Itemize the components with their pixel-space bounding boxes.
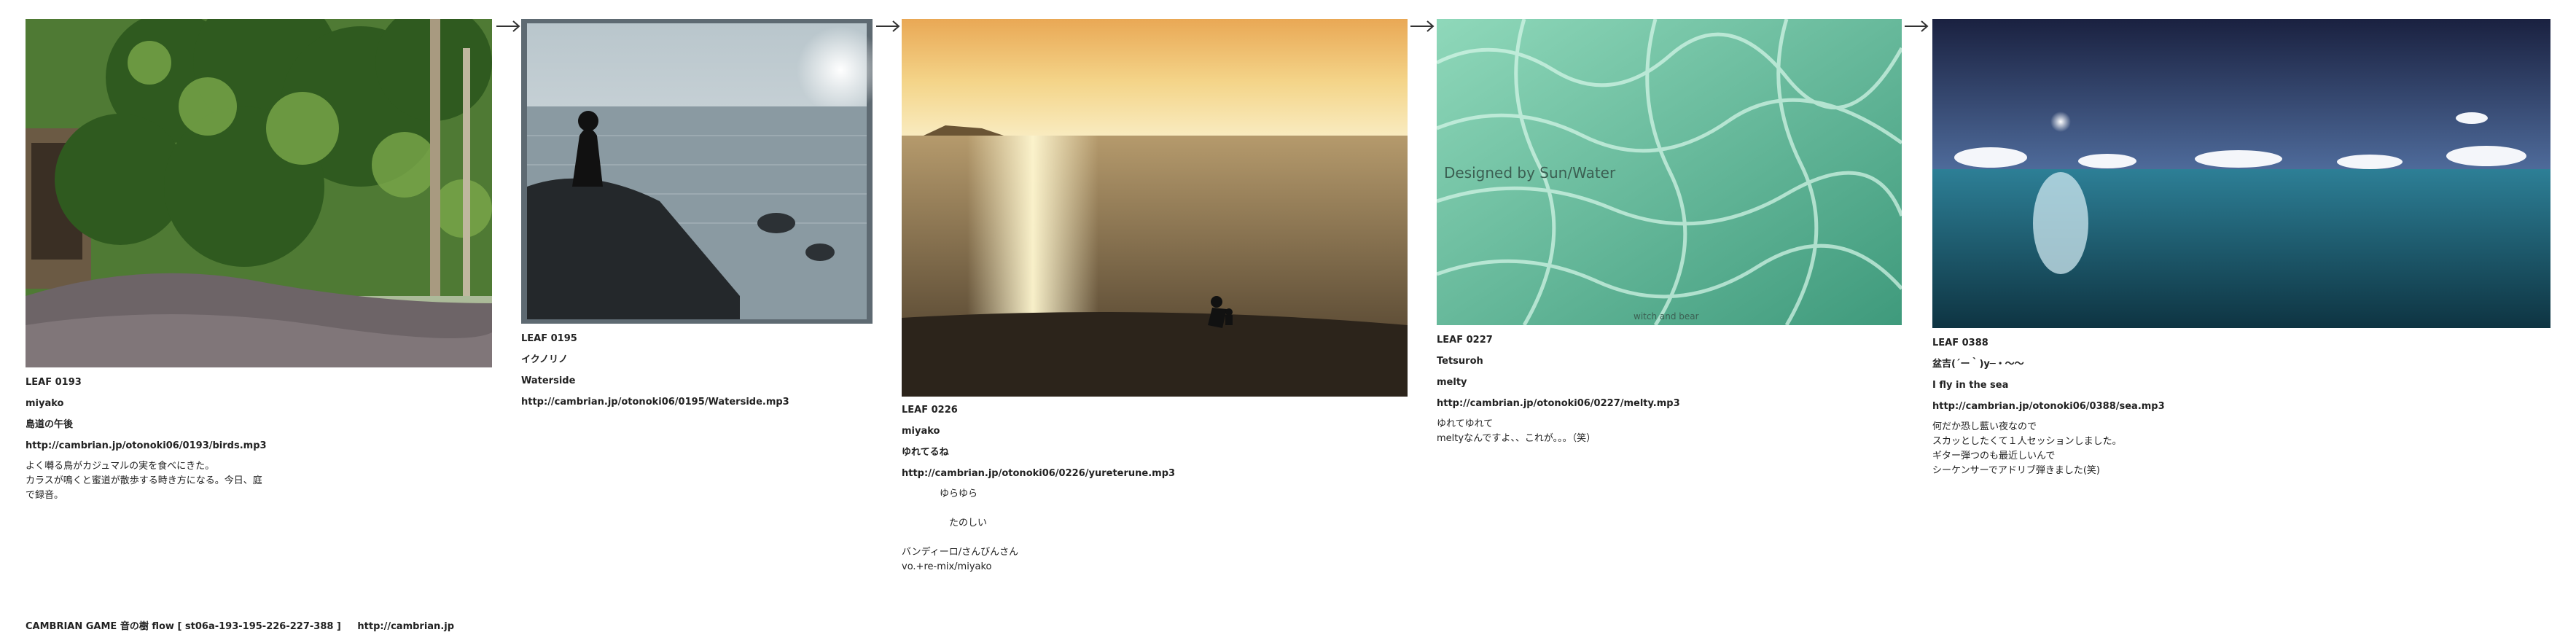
arrow-icon: [876, 20, 900, 32]
leaf-0388-info: LEAF 0388 盆吉(´ー｀)y─・～～ I fly in the sea …: [1932, 332, 2165, 478]
artist-name: イクノリノ: [521, 354, 568, 365]
track-title: ゆれてるね: [902, 447, 949, 458]
site-link[interactable]: http://cambrian.jp: [357, 621, 454, 632]
watermark-credit: witch and bear: [1634, 311, 1699, 322]
watermark-text: Designed by Sun/Water: [1444, 164, 1616, 182]
artist-name: Tetsuroh: [1437, 356, 1483, 367]
leaf-code: LEAF 0195: [521, 333, 577, 344]
arrow-icon: [1410, 20, 1435, 32]
description-line: [902, 531, 1175, 545]
track-title: I fly in the sea: [1932, 380, 2009, 391]
track-link[interactable]: http://cambrian.jp/otonoki06/0388/sea.mp…: [1932, 396, 2165, 417]
description-line: シーケンサーでアドリブ弾きました(笑): [1932, 465, 2100, 476]
water-surface-photo: Designed by Sun/Water witch and bear: [1437, 19, 1902, 325]
artist-name: miyako: [902, 426, 940, 437]
leaf-code: LEAF 0227: [1437, 335, 1493, 346]
leaf-0226-info: LEAF 0226 miyako ゆれてるね http://cambrian.j…: [902, 400, 1175, 574]
track-title: melty: [1437, 377, 1467, 388]
description-line: よく囀る鳥がカジュマルの実を食べにきた。: [26, 461, 215, 472]
sunset-beach-photo: [902, 19, 1408, 397]
arrow-icon: [496, 20, 520, 32]
description-line: スカッとしたくて１人セッションしました。: [1932, 436, 2122, 447]
site-credit: CAMBRIAN GAME 音の樹 flow [ st06a-193-195-2…: [26, 621, 341, 632]
waterside-photo: [521, 19, 873, 324]
track-link[interactable]: http://cambrian.jp/otonoki06/0195/Waters…: [521, 391, 789, 413]
description-line: vo.+re-mix/miyako: [902, 561, 992, 572]
description-line: [902, 502, 1175, 516]
leaf-0227-info: LEAF 0227 Tetsuroh melty http://cambrian…: [1437, 330, 1680, 446]
description-line: meltyなんですよ、、これが。。。（笑）: [1437, 433, 1596, 444]
leaf-0226-photo[interactable]: [902, 19, 1408, 397]
leaf-0195-photo[interactable]: [521, 19, 873, 324]
track-description: ゆらゆら たのしい バンディーロ/さんびんさん vo.+re-mix/miyak…: [902, 487, 1175, 574]
track-link[interactable]: http://cambrian.jp/otonoki06/0226/yurete…: [902, 463, 1175, 484]
arrow-icon: [1905, 20, 1929, 32]
leaf-code: LEAF 0226: [902, 405, 958, 416]
description-line: 何だか恐し藍い夜なので: [1932, 421, 2037, 432]
description-line: ゆれてゆれて: [1437, 418, 1494, 429]
leaf-code: LEAF 0193: [26, 377, 82, 388]
garden-photo: [26, 19, 492, 367]
page-footer: CAMBRIAN GAME 音の樹 flow [ st06a-193-195-2…: [26, 618, 467, 632]
track-title: Waterside: [521, 375, 576, 386]
leaf-0193-photo[interactable]: [26, 19, 492, 367]
track-title: 島道の午後: [26, 419, 74, 430]
track-description: よく囀る鳥がカジュマルの実を食べにきた。 カラスが鳴くと蜜道が散歩する時き方にな…: [26, 459, 267, 503]
leaf-0193-info: LEAF 0193 miyako 島道の午後 http://cambrian.j…: [26, 372, 267, 503]
description-line: ギター弾つのも最近しいんで: [1932, 451, 2056, 461]
description-line: で録音。: [26, 490, 64, 501]
leaf-code: LEAF 0388: [1932, 338, 1988, 348]
leaf-0195-info: LEAF 0195 イクノリノ Waterside http://cambria…: [521, 328, 789, 413]
leaf-0227-photo[interactable]: Designed by Sun/Water witch and bear: [1437, 19, 1902, 325]
leaf-0388-photo[interactable]: [1932, 19, 2550, 328]
artist-name: 盆吉(´ー｀)y─・～～: [1932, 359, 2024, 370]
night-sea-photo: [1932, 19, 2550, 328]
track-description: ゆれてゆれて meltyなんですよ、、これが。。。（笑）: [1437, 417, 1680, 446]
track-link[interactable]: http://cambrian.jp/otonoki06/0227/melty.…: [1437, 393, 1680, 414]
description-line: ゆらゆら: [902, 488, 978, 499]
artist-name: miyako: [26, 398, 64, 409]
track-link[interactable]: http://cambrian.jp/otonoki06/0193/birds.…: [26, 435, 267, 456]
description-line: カラスが鳴くと蜜道が散歩する時き方になる。今日、庭: [26, 475, 262, 486]
track-description: 何だか恐し藍い夜なので スカッとしたくて１人セッションしました。 ギター弾つのも…: [1932, 420, 2165, 478]
description-line: たのしい: [902, 518, 988, 529]
description-line: バンディーロ/さんびんさん: [902, 547, 1019, 558]
